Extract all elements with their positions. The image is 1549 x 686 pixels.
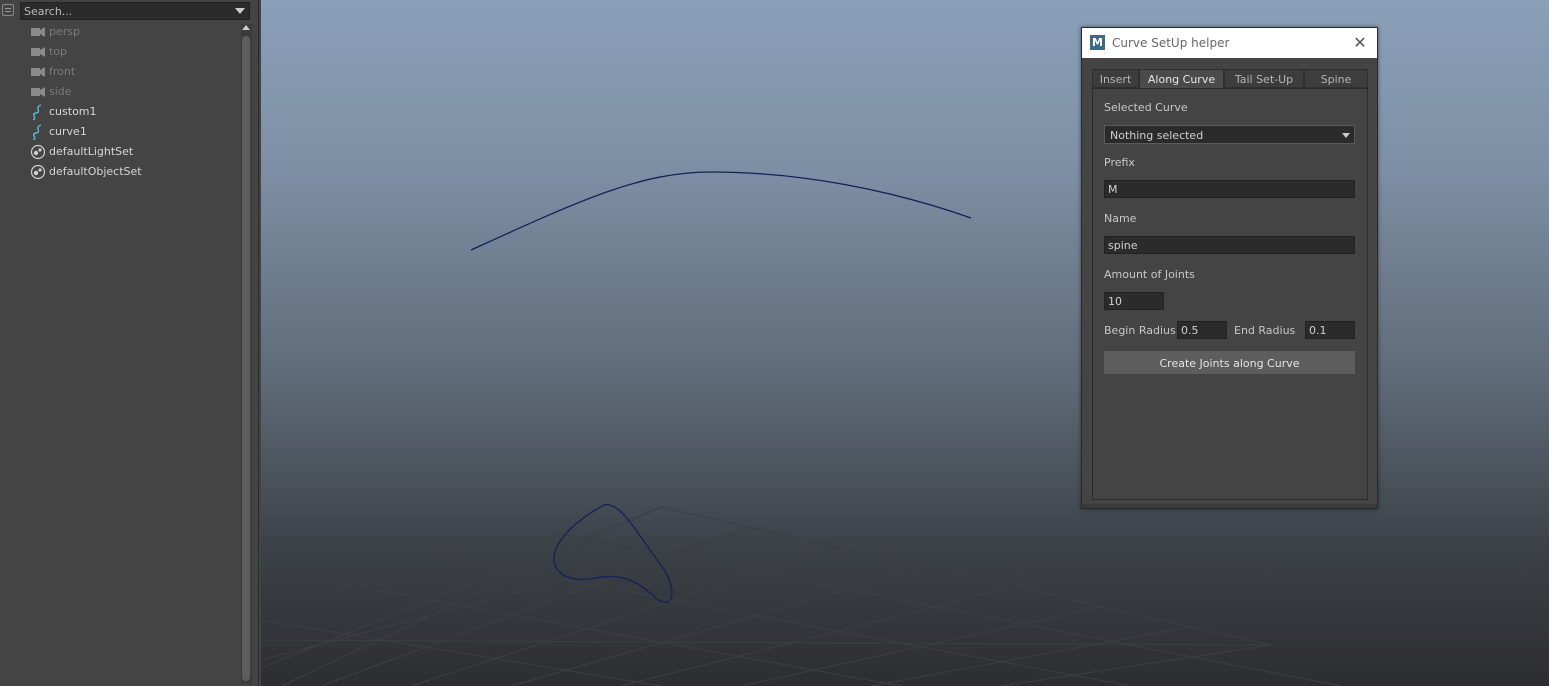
- search-field[interactable]: [20, 2, 250, 20]
- outliner-panel: persp top front side custom1: [0, 0, 259, 686]
- outliner-item-custom1[interactable]: custom1: [0, 102, 240, 122]
- outliner-item-label: persp: [49, 25, 80, 38]
- begin-radius-field[interactable]: [1177, 321, 1227, 339]
- ground-grid: [261, 506, 1342, 686]
- create-joints-button[interactable]: Create Joints along Curve: [1104, 351, 1355, 374]
- curve-icon: [32, 104, 42, 120]
- outliner-item-label: top: [49, 45, 68, 58]
- along-curve-panel: Selected Curve Nothing selected Prefix N…: [1092, 88, 1368, 500]
- outliner-item-label: defaultObjectSet: [49, 165, 142, 178]
- curve-setup-dialog: M Curve SetUp helper ✕ Insert Along Curv…: [1081, 27, 1378, 509]
- camera-icon: [31, 47, 45, 57]
- outliner-item-label: front: [49, 65, 76, 78]
- amount-of-joints-field[interactable]: [1104, 292, 1164, 310]
- scroll-up-arrow-icon[interactable]: [242, 25, 250, 30]
- set-icon: [30, 164, 46, 180]
- outliner-item-label: curve1: [49, 125, 87, 138]
- outliner-item-front[interactable]: front: [0, 62, 240, 82]
- outliner-tree: persp top front side custom1 curve1 defa…: [0, 22, 240, 182]
- search-input[interactable]: [24, 3, 229, 19]
- tab-insert[interactable]: Insert: [1092, 69, 1139, 88]
- outliner-item-label: side: [49, 85, 72, 98]
- outliner-item-defaultlightset[interactable]: defaultLightSet: [0, 142, 240, 162]
- close-icon[interactable]: ✕: [1351, 34, 1369, 52]
- name-field[interactable]: [1104, 236, 1355, 254]
- begin-radius-label: Begin Radius: [1104, 324, 1176, 337]
- outliner-toolbar: [0, 0, 258, 22]
- maya-logo-icon: M: [1090, 35, 1105, 50]
- dialog-bottom-edge: [1082, 504, 1377, 508]
- dialog-tabs: Insert Along Curve Tail Set-Up Spine: [1092, 69, 1368, 89]
- scrollbar-thumb[interactable]: [242, 36, 250, 681]
- end-radius-field[interactable]: [1305, 321, 1355, 339]
- outliner-item-top[interactable]: top: [0, 42, 240, 62]
- chevron-down-icon: [1342, 133, 1350, 138]
- camera-icon: [31, 27, 45, 37]
- dialog-titlebar[interactable]: M Curve SetUp helper ✕: [1082, 28, 1377, 58]
- camera-icon: [31, 87, 45, 97]
- outliner-item-label: defaultLightSet: [49, 145, 134, 158]
- selected-curve-label: Selected Curve: [1104, 101, 1188, 114]
- outliner-item-defaultobjectset[interactable]: defaultObjectSet: [0, 162, 240, 182]
- selected-curve-value: Nothing selected: [1110, 129, 1204, 142]
- chevron-down-icon[interactable]: [235, 8, 245, 14]
- prefix-label: Prefix: [1104, 156, 1135, 169]
- camera-icon: [31, 67, 45, 77]
- tab-spine[interactable]: Spine: [1304, 69, 1368, 88]
- outliner-scrollbar[interactable]: [241, 24, 252, 684]
- tab-tail-setup[interactable]: Tail Set-Up: [1224, 69, 1304, 88]
- set-icon: [30, 144, 46, 160]
- prefix-field[interactable]: [1104, 180, 1355, 198]
- amount-of-joints-label: Amount of Joints: [1104, 268, 1195, 281]
- end-radius-label: End Radius: [1234, 324, 1296, 337]
- name-label: Name: [1104, 212, 1137, 225]
- outliner-item-curve1[interactable]: curve1: [0, 122, 240, 142]
- curve1-shape[interactable]: [470, 171, 972, 251]
- tab-along-curve[interactable]: Along Curve: [1139, 69, 1224, 89]
- outliner-item-persp[interactable]: persp: [0, 22, 240, 42]
- dialog-title: Curve SetUp helper: [1112, 36, 1230, 50]
- custom1-shape[interactable]: [553, 504, 673, 603]
- curve-icon: [32, 124, 42, 140]
- outliner-item-label: custom1: [49, 105, 97, 118]
- filter-icon[interactable]: [2, 4, 14, 16]
- selected-curve-dropdown[interactable]: Nothing selected: [1104, 125, 1355, 144]
- outliner-item-side[interactable]: side: [0, 82, 240, 102]
